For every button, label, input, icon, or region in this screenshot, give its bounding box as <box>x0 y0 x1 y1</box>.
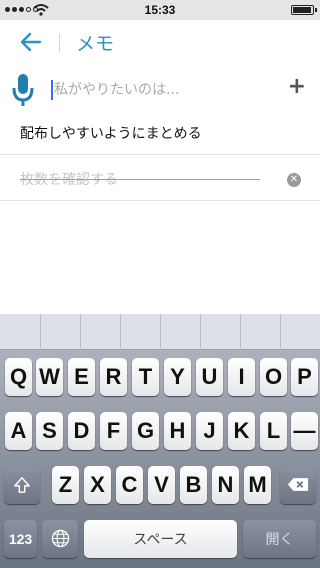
key[interactable]: C <box>116 466 143 504</box>
key[interactable]: P <box>291 358 318 396</box>
nav-bar: メモ <box>0 20 320 64</box>
add-item-button[interactable]: + <box>288 74 306 99</box>
text-cursor <box>51 80 53 100</box>
status-bar: 15:33 <box>0 0 320 20</box>
backspace-icon <box>287 478 309 491</box>
space-key[interactable]: スペース <box>84 520 237 558</box>
list-item-text: 配布しやすいようにまとめる <box>20 126 202 142</box>
keyboard-row-3: Z X C V B N M <box>0 466 320 510</box>
globe-icon <box>51 529 69 548</box>
strikethrough-line <box>20 179 260 180</box>
new-item-row: 私がやりたいのは... + <box>0 64 320 114</box>
status-time: 15:33 <box>144 3 176 17</box>
key[interactable]: — <box>291 412 318 450</box>
delete-icon[interactable]: ✕ <box>287 173 301 187</box>
open-key[interactable]: 開く <box>243 520 316 558</box>
keyboard-row-1: Q W E R T Y U I O P <box>0 358 320 402</box>
microphone-icon[interactable] <box>12 72 34 108</box>
globe-key[interactable] <box>42 520 78 558</box>
key[interactable]: Q <box>5 358 32 396</box>
key[interactable]: O <box>260 358 287 396</box>
key[interactable]: Z <box>52 466 79 504</box>
page-title: メモ <box>76 33 115 55</box>
key[interactable]: S <box>36 412 63 450</box>
list-item[interactable]: 配布しやすいようにまとめる <box>0 110 320 155</box>
key[interactable]: I <box>228 358 255 396</box>
prediction-bar <box>0 314 320 350</box>
key[interactable]: R <box>100 358 127 396</box>
key[interactable]: G <box>132 412 159 450</box>
key[interactable]: J <box>196 412 223 450</box>
list-item-completed[interactable]: 枚数を確認する ✕ <box>0 156 320 201</box>
backspace-key[interactable] <box>280 466 316 504</box>
key[interactable]: Y <box>164 358 191 396</box>
back-arrow-icon[interactable] <box>18 29 44 55</box>
new-item-input[interactable]: 私がやりたいのは... <box>54 79 179 99</box>
key[interactable]: T <box>132 358 159 396</box>
shift-key[interactable] <box>4 466 40 504</box>
key[interactable]: N <box>212 466 239 504</box>
key[interactable]: A <box>5 412 32 450</box>
keyboard-row-4: 123 スペース 開く <box>0 520 320 564</box>
key[interactable]: F <box>100 412 127 450</box>
key[interactable]: L <box>260 412 287 450</box>
key[interactable]: K <box>228 412 255 450</box>
key[interactable]: M <box>244 466 271 504</box>
battery-icon <box>291 5 317 15</box>
key[interactable]: U <box>196 358 223 396</box>
key[interactable]: V <box>148 466 175 504</box>
on-screen-keyboard: Q W E R T Y U I O P A S D F G H J K L — … <box>0 314 320 568</box>
key[interactable]: X <box>84 466 111 504</box>
shift-arrow-icon <box>14 477 30 493</box>
nav-divider <box>59 34 60 52</box>
key[interactable]: D <box>68 412 95 450</box>
key[interactable]: B <box>180 466 207 504</box>
key[interactable]: W <box>36 358 63 396</box>
key[interactable]: E <box>68 358 95 396</box>
keyboard-row-2: A S D F G H J K L — <box>0 412 320 456</box>
key[interactable]: H <box>164 412 191 450</box>
numbers-key[interactable]: 123 <box>4 520 37 558</box>
